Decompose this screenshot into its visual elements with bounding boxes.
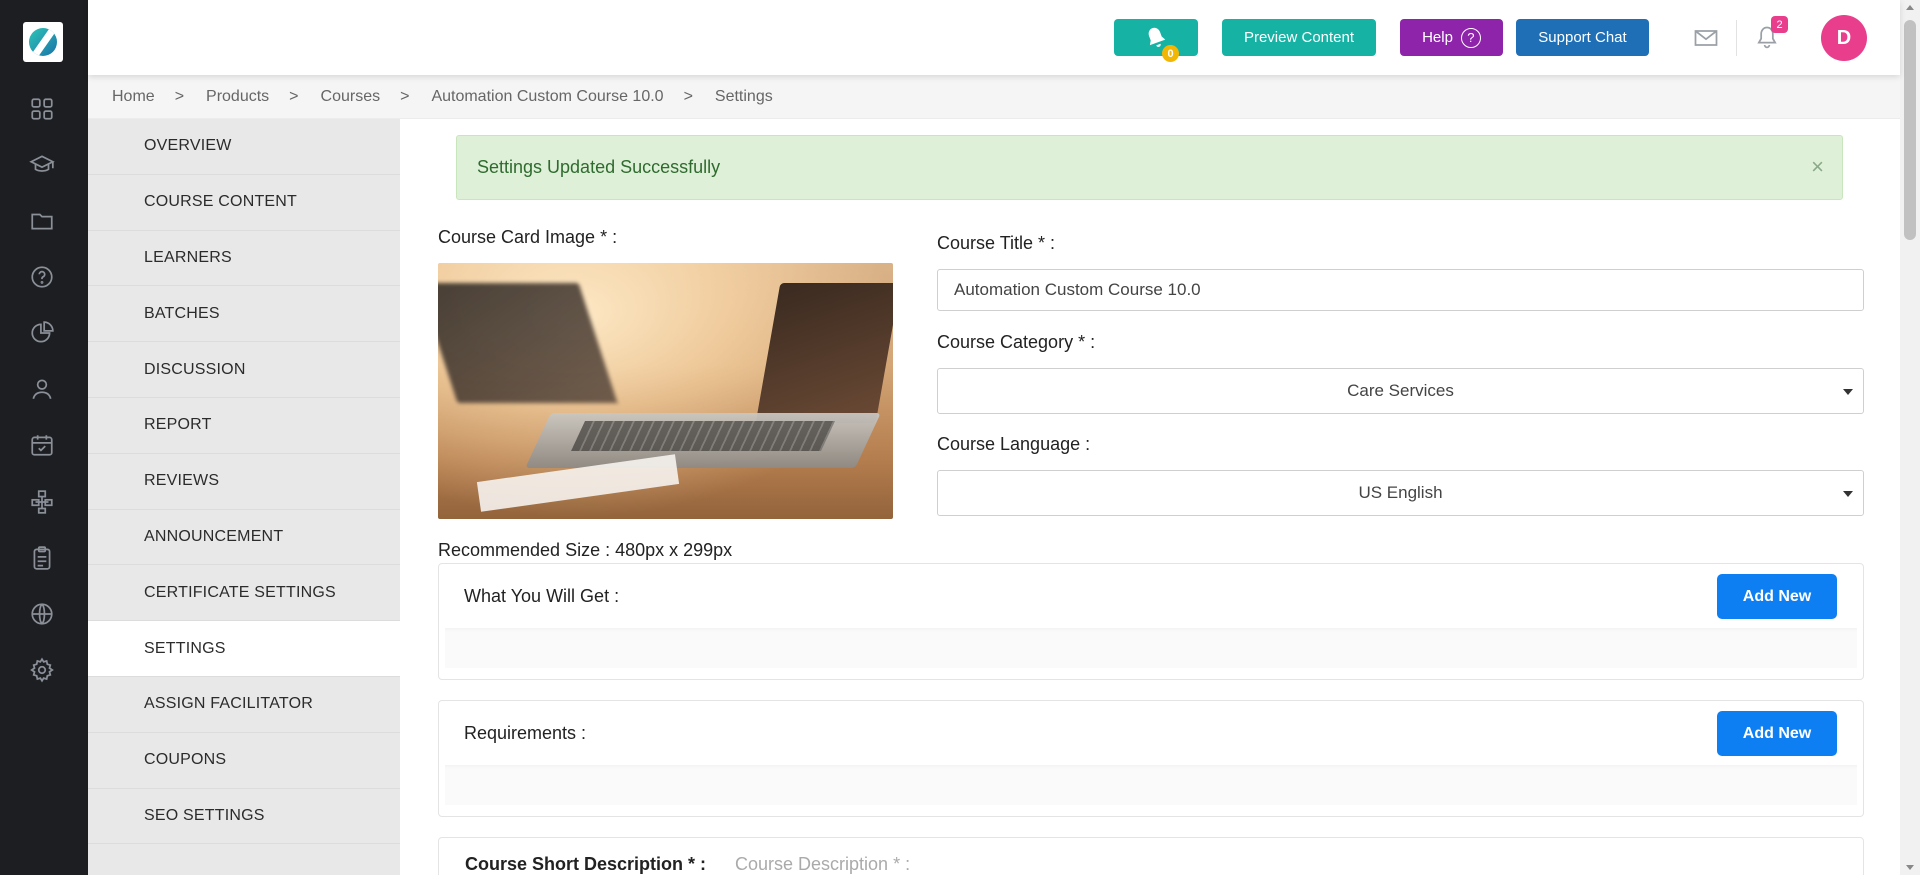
category-selected-value: Care Services — [1347, 381, 1454, 400]
requirements-list — [445, 765, 1857, 805]
mail-icon[interactable] — [1692, 24, 1720, 52]
scroll-down-icon[interactable] — [1906, 865, 1914, 870]
subnav-item-assign-facilitator[interactable]: ASSIGN FACILITATOR — [88, 677, 400, 733]
settings-gear-icon[interactable] — [26, 654, 58, 686]
page-scrollbar[interactable] — [1900, 0, 1920, 875]
short-description-tab[interactable]: Course Short Description * : — [465, 854, 706, 875]
dashboard-icon[interactable] — [26, 93, 58, 125]
subnav-item-reviews[interactable]: REVIEWS — [88, 454, 400, 510]
user-avatar[interactable]: D — [1821, 15, 1867, 61]
clipboard-icon[interactable] — [26, 542, 58, 574]
folder-icon[interactable] — [26, 205, 58, 237]
course-card-image[interactable] — [438, 263, 893, 519]
subnav-item-overview[interactable]: OVERVIEW — [88, 119, 400, 175]
question-circle-icon: ? — [1460, 27, 1481, 48]
subnav-item-coupons[interactable]: COUPONS — [88, 733, 400, 789]
notification-count-badge: 2 — [1771, 16, 1788, 33]
bell-count-badge: 0 — [1162, 45, 1179, 62]
subnav-item-report[interactable]: REPORT — [88, 398, 400, 454]
scrollbar-thumb[interactable] — [1904, 20, 1916, 240]
subnav-item-learners[interactable]: LEARNERS — [88, 231, 400, 287]
breadcrumb-home[interactable]: Home — [112, 88, 155, 106]
subnav-item-seo-settings[interactable]: SEO SETTINGS — [88, 789, 400, 845]
breadcrumb-separator: > — [174, 87, 185, 105]
language-selected-value: US English — [1358, 483, 1443, 502]
header-divider — [1736, 20, 1737, 56]
settings-main-panel: Settings Updated Successfully × Course C… — [400, 119, 1900, 875]
breadcrumb-courses[interactable]: Courses — [321, 88, 381, 106]
scroll-up-icon[interactable] — [1906, 5, 1914, 10]
breadcrumb-separator: > — [400, 87, 410, 105]
subnav-item-certificate-settings[interactable]: CERTIFICATE SETTINGS — [88, 565, 400, 622]
course-language-label: Course Language : — [937, 434, 1091, 454]
subnav-item-course-content[interactable]: COURSE CONTENT — [88, 175, 400, 231]
alert-message: Settings Updated Successfully — [477, 157, 721, 177]
description-panel: Course Short Description * : Course Desc… — [438, 837, 1864, 875]
help-circle-icon[interactable] — [26, 261, 58, 293]
recommended-size-text: Recommended Size : 480px x 299px — [438, 540, 733, 560]
what-you-will-get-title: What You Will Get : — [464, 586, 620, 606]
caret-down-icon — [1843, 389, 1853, 395]
breadcrumb-settings: Settings — [714, 87, 773, 105]
subnav-item-discussion[interactable]: DISCUSSION — [88, 342, 400, 398]
breadcrumb-course[interactable]: Automation Custom Course 10.0 — [431, 88, 663, 106]
calendar-check-icon[interactable] — [26, 429, 58, 461]
add-requirement-button[interactable]: Add New — [1717, 711, 1837, 756]
caret-down-icon — [1843, 491, 1853, 497]
announcement-bell-button[interactable]: 0 — [1114, 19, 1198, 62]
globe-icon[interactable] — [26, 598, 58, 630]
top-header: 0 Preview Content Help ? Support Chat 2 … — [88, 0, 1900, 75]
what-you-will-get-panel: What You Will Get : Add New — [438, 563, 1864, 680]
help-label: Help — [1422, 29, 1453, 46]
subnav-item-batches[interactable]: BATCHES — [88, 286, 400, 343]
course-category-label: Course Category * : — [937, 332, 1096, 352]
description-tab[interactable]: Course Description * : — [735, 854, 910, 875]
add-what-you-get-button[interactable]: Add New — [1717, 574, 1837, 619]
success-alert: Settings Updated Successfully × — [456, 135, 1843, 200]
close-icon[interactable]: × — [1811, 154, 1824, 180]
help-button[interactable]: Help ? — [1400, 19, 1503, 56]
course-category-select[interactable]: Care Services — [937, 368, 1864, 414]
course-language-select[interactable]: US English — [937, 470, 1864, 516]
breadcrumb: Home > Products > Courses > Automation C… — [88, 75, 1900, 119]
graduation-cap-icon[interactable] — [26, 149, 58, 181]
app-logo[interactable] — [23, 22, 63, 62]
breadcrumb-separator: > — [289, 87, 299, 105]
preview-content-button[interactable]: Preview Content — [1222, 19, 1376, 56]
left-icon-rail — [0, 0, 88, 875]
pie-chart-icon[interactable] — [26, 317, 58, 349]
course-sub-navigation: OVERVIEW COURSE CONTENT LEARNERS BATCHES… — [88, 119, 400, 875]
requirements-title: Requirements : — [464, 723, 587, 743]
card-image-label: Course Card Image * : — [438, 227, 618, 247]
support-chat-button[interactable]: Support Chat — [1516, 19, 1649, 56]
breadcrumb-products[interactable]: Products — [206, 88, 269, 106]
requirements-panel: Requirements : Add New — [438, 700, 1864, 817]
subnav-item-announcement[interactable]: ANNOUNCEMENT — [88, 510, 400, 566]
course-title-input[interactable]: Automation Custom Course 10.0 — [937, 269, 1864, 311]
course-title-label: Course Title * : — [937, 233, 1056, 253]
subnav-item-settings[interactable]: SETTINGS — [88, 621, 400, 677]
user-icon[interactable] — [26, 373, 58, 405]
what-you-will-get-list — [445, 628, 1857, 668]
hierarchy-icon[interactable] — [26, 486, 58, 518]
breadcrumb-separator: > — [683, 87, 693, 105]
